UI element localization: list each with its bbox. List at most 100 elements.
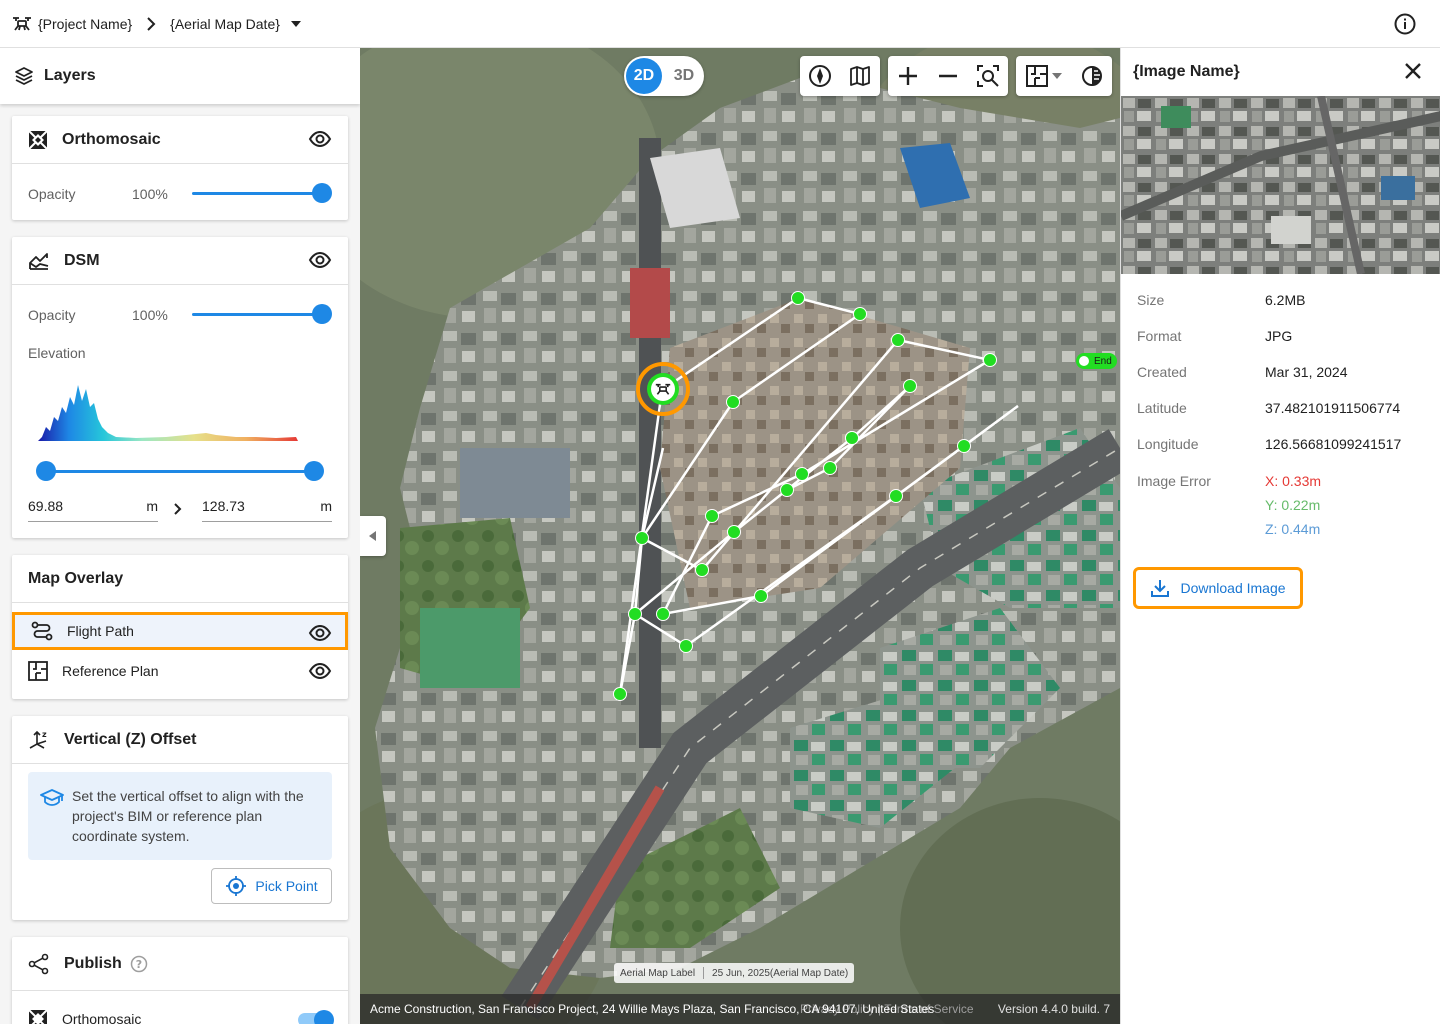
collapse-panel-button[interactable] (360, 516, 386, 556)
opacity-value: 100% (132, 307, 168, 323)
waypoint-marker[interactable] (727, 525, 741, 539)
download-image-button[interactable]: Download Image (1133, 567, 1303, 609)
waypoint-marker[interactable] (889, 489, 903, 503)
waypoint-marker[interactable] (695, 563, 709, 577)
waypoint-marker[interactable] (903, 379, 917, 393)
metadata-value: 6.2MB (1265, 292, 1306, 308)
waypoint-marker[interactable] (891, 333, 905, 347)
map-orientation-tools (800, 56, 880, 96)
waypoint-marker[interactable] (957, 439, 971, 453)
metadata-row-latitude: Latitude 37.482101911506774 (1137, 400, 1437, 420)
waypoint-marker[interactable] (656, 607, 670, 621)
elevation-min-handle[interactable] (36, 461, 56, 481)
map-footer: Privacy Policy | Terms of Service Acme C… (360, 994, 1120, 1024)
vertical-offset-info-text: Set the vertical offset to align with th… (72, 788, 304, 844)
image-error-z: Z: 0.44m (1265, 521, 1321, 537)
eye-icon[interactable] (308, 250, 332, 275)
waypoint-marker[interactable] (845, 431, 859, 445)
metadata-value: 126.56681099241517 (1265, 436, 1402, 452)
dsm-icon (28, 251, 50, 271)
publish-toggle[interactable] (298, 1010, 334, 1024)
elevation-max-handle[interactable] (304, 461, 324, 481)
aerial-map-label: Aerial Map Label 25 Jun, 2025(Aerial Map… (614, 963, 855, 983)
flight-end-marker[interactable]: End (1076, 353, 1117, 369)
orthomosaic-icon (28, 129, 48, 150)
opacity-slider-handle[interactable] (312, 304, 332, 324)
view-mode-toggle[interactable]: 2D 3D (624, 56, 704, 96)
help-icon[interactable]: ? (130, 955, 148, 973)
elevation-max-field[interactable]: 128.73 m (202, 498, 332, 522)
metadata-key: Size (1137, 292, 1165, 308)
orthomosaic-icon (28, 1009, 48, 1024)
compare-button[interactable] (1072, 56, 1112, 96)
dsm-card: DSM Opacity 100% Elevation 69.88 m 128.7… (12, 237, 348, 538)
waypoint-marker[interactable] (983, 353, 997, 367)
breadcrumb-map-date[interactable]: {Aerial Map Date} (170, 16, 280, 32)
zoom-in-button[interactable] (888, 56, 928, 96)
reference-plan-dropdown[interactable] (1016, 56, 1072, 96)
waypoint-marker[interactable] (853, 307, 867, 321)
waypoint-marker[interactable] (780, 483, 794, 497)
selected-drone-marker[interactable] (636, 362, 690, 416)
image-thumbnail[interactable] (1121, 96, 1440, 274)
elevation-min-field[interactable]: 69.88 m (28, 498, 158, 522)
chevron-right-icon (146, 16, 156, 31)
layers-icon (14, 66, 44, 86)
metadata-row-created: Created Mar 31, 2024 (1137, 364, 1437, 384)
info-icon[interactable] (1394, 13, 1416, 35)
layers-panel: Layers Orthomosaic Opacity 100% DSM Opac… (0, 48, 360, 1024)
waypoint-marker[interactable] (823, 461, 837, 475)
opacity-slider[interactable] (192, 192, 322, 195)
eye-icon[interactable] (308, 661, 332, 684)
metadata-row-size: Size 6.2MB (1137, 292, 1437, 312)
waypoint-marker[interactable] (754, 589, 768, 603)
map-overlay-title: Map Overlay (28, 569, 124, 587)
caret-left-icon (369, 531, 376, 541)
map-label-date: 25 Jun, 2025(Aerial Map Date) (712, 967, 849, 979)
breadcrumb-project[interactable]: {Project Name} (38, 16, 132, 32)
waypoint-marker[interactable] (628, 607, 642, 621)
eye-icon[interactable] (308, 623, 332, 646)
metadata-key: Format (1137, 328, 1182, 344)
pick-point-button[interactable]: Pick Point (211, 868, 332, 904)
waypoint-marker[interactable] (635, 531, 649, 545)
overlay-item-reference-plan[interactable]: Reference Plan (12, 651, 348, 691)
waypoint-marker[interactable] (795, 467, 809, 481)
elevation-min-unit: m (146, 498, 158, 514)
map-overlay-card: Map Overlay Flight Path Reference Plan (12, 555, 348, 699)
zoom-extent-button[interactable] (968, 56, 1008, 96)
overlay-item-label: Reference Plan (62, 663, 159, 679)
map-label-name: Aerial Map Label (620, 967, 696, 979)
flight-path-overlay (618, 296, 1019, 695)
z-offset-icon: z (28, 729, 50, 751)
elevation-min-value: 69.88 (28, 498, 64, 514)
basemap-button[interactable] (840, 56, 880, 96)
waypoint-marker[interactable] (613, 687, 627, 701)
zoom-fit-icon (977, 65, 999, 87)
zoom-out-button[interactable] (928, 56, 968, 96)
overlay-item-label: Flight Path (67, 623, 134, 639)
elevation-range-slider[interactable] (46, 470, 314, 473)
waypoint-marker[interactable] (705, 509, 719, 523)
elevation-label: Elevation (28, 345, 86, 361)
waypoint-marker[interactable] (679, 639, 693, 653)
metadata-key: Latitude (1137, 400, 1187, 416)
eye-icon[interactable] (308, 129, 332, 154)
caret-down-icon[interactable] (290, 20, 302, 28)
publish-title: Publish (64, 954, 122, 972)
close-icon[interactable] (1404, 62, 1422, 85)
opacity-slider[interactable] (192, 313, 322, 316)
layers-title: Layers (44, 67, 96, 84)
drone-icon (651, 377, 675, 401)
waypoint-marker[interactable] (726, 395, 740, 409)
overlay-item-flight-path[interactable]: Flight Path (12, 612, 348, 650)
mode-2d-button[interactable]: 2D (626, 58, 662, 94)
map-view[interactable]: End 2D 3D Aerial Map Label 25 Jun, 2025(… (360, 48, 1120, 1024)
waypoint-marker[interactable] (791, 291, 805, 305)
mode-3d-button[interactable]: 3D (666, 58, 702, 94)
elevation-max-value: 128.73 (202, 498, 245, 514)
opacity-slider-handle[interactable] (312, 183, 332, 203)
dsm-title: DSM (64, 251, 100, 269)
compass-button[interactable] (800, 56, 840, 96)
opacity-label: Opacity (28, 186, 76, 202)
